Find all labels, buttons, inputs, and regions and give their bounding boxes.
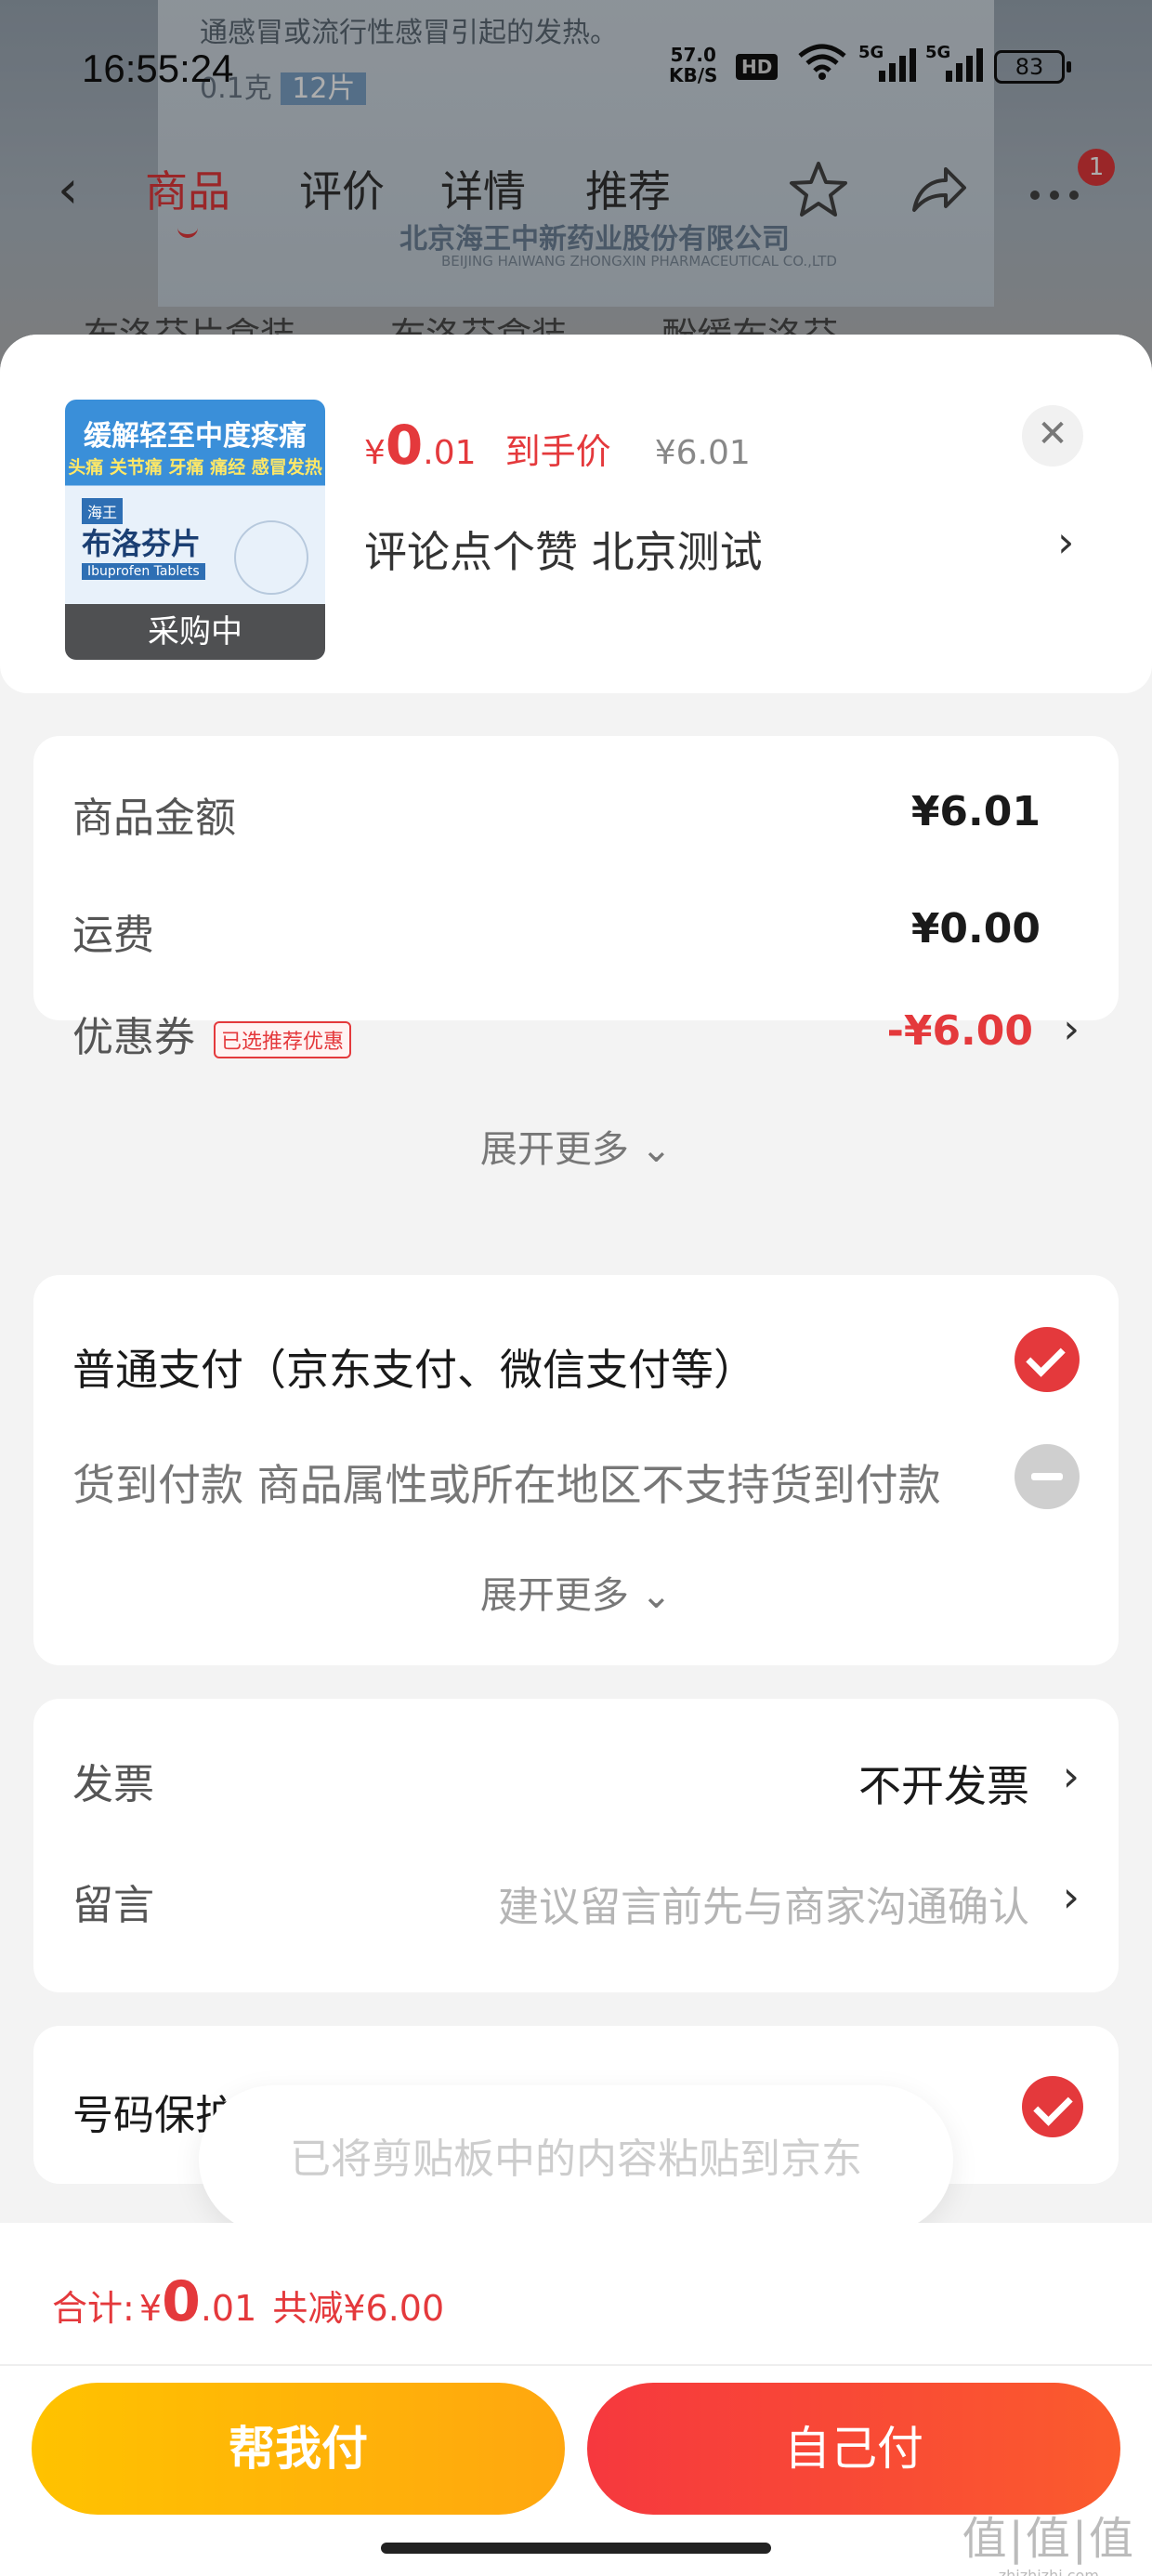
chevron-right-icon[interactable]: › bbox=[1063, 1751, 1080, 1801]
invoice-value[interactable]: 不开发票 bbox=[858, 1753, 1029, 1814]
payment-option-normal[interactable]: 普通支付（京东支付、微信支付等） bbox=[72, 1336, 756, 1398]
order-total: 合计: ¥0.01 共减¥6.00 bbox=[52, 2269, 445, 2334]
help-pay-button[interactable]: 帮我付 bbox=[32, 2383, 565, 2515]
extras-card: 发票 不开发票 › 留言 建议留言前先与商家沟通确认 › bbox=[33, 1699, 1119, 1992]
checkout-footer: 合计: ¥0.01 共减¥6.00 帮我付 自己付 值|值|值 zhizhizh… bbox=[0, 2223, 1152, 2576]
modal-backdrop[interactable] bbox=[0, 0, 1152, 390]
payment-card: 普通支付（京东支付、微信支付等） 货到付款 商品属性或所在地区不支持货到付款 展… bbox=[33, 1275, 1119, 1665]
expand-more-amounts[interactable]: 展开更多 ⌄ bbox=[33, 1119, 1119, 1173]
disabled-circle-icon bbox=[1015, 1444, 1080, 1509]
goods-amount: ¥6.01 bbox=[910, 788, 1041, 835]
original-price: ¥6.01 bbox=[654, 434, 751, 472]
chevron-right-icon[interactable]: › bbox=[1063, 1872, 1080, 1922]
selected-spec[interactable]: 评论点个赞 北京测试 bbox=[364, 519, 763, 580]
final-price: ¥0.01 到手价 ¥6.01 bbox=[364, 414, 751, 477]
message-input[interactable]: 建议留言前先与商家沟通确认 bbox=[498, 1873, 1029, 1933]
molecule-icon bbox=[234, 520, 308, 595]
goods-amount-row: 商品金额 ¥6.01 bbox=[72, 788, 1041, 842]
price-tag: 到手价 bbox=[504, 431, 611, 472]
invoice-label: 发票 bbox=[72, 1761, 154, 1808]
payment-option-cod: 货到付款 商品属性或所在地区不支持货到付款 bbox=[72, 1460, 941, 1510]
expand-more-payment[interactable]: 展开更多 ⌄ bbox=[33, 1565, 1119, 1619]
product-thumbnail: 缓解轻至中度疼痛 头痛 关节痛 牙痛 痛经 感冒发热 海王 布洛芬片 Ibupr… bbox=[65, 400, 325, 660]
check-circle-icon[interactable] bbox=[1022, 2076, 1083, 2137]
message-label: 留言 bbox=[72, 1882, 154, 1929]
home-indicator[interactable] bbox=[381, 2543, 771, 2554]
clipboard-toast: 已将剪贴板中的内容粘贴到京东 bbox=[199, 2085, 953, 2234]
chevron-right-icon[interactable]: › bbox=[1057, 517, 1074, 567]
divider bbox=[0, 2364, 1152, 2366]
coupon-discount: -¥6.00 bbox=[886, 1007, 1033, 1055]
shipping-fee: ¥0.00 bbox=[910, 905, 1041, 953]
coupon-badge: 已选推荐优惠 bbox=[214, 1021, 352, 1058]
purchasing-status: 采购中 bbox=[65, 604, 325, 660]
coupon-row[interactable]: 优惠券 已选推荐优惠 -¥6.00 › bbox=[72, 1004, 1080, 1069]
total-discount: 共减¥6.00 bbox=[272, 2288, 445, 2329]
watermark-logo: 值|值|值 zhizhizhi.com bbox=[962, 2513, 1135, 2576]
close-icon[interactable]: ✕ bbox=[1022, 405, 1083, 467]
check-circle-icon[interactable] bbox=[1015, 1327, 1080, 1392]
self-pay-button[interactable]: 自己付 bbox=[587, 2383, 1120, 2515]
chevron-right-icon: › bbox=[1063, 1005, 1080, 1053]
product-summary: 缓解轻至中度疼痛 头痛 关节痛 牙痛 痛经 感冒发热 海王 布洛芬片 Ibupr… bbox=[0, 335, 1152, 693]
